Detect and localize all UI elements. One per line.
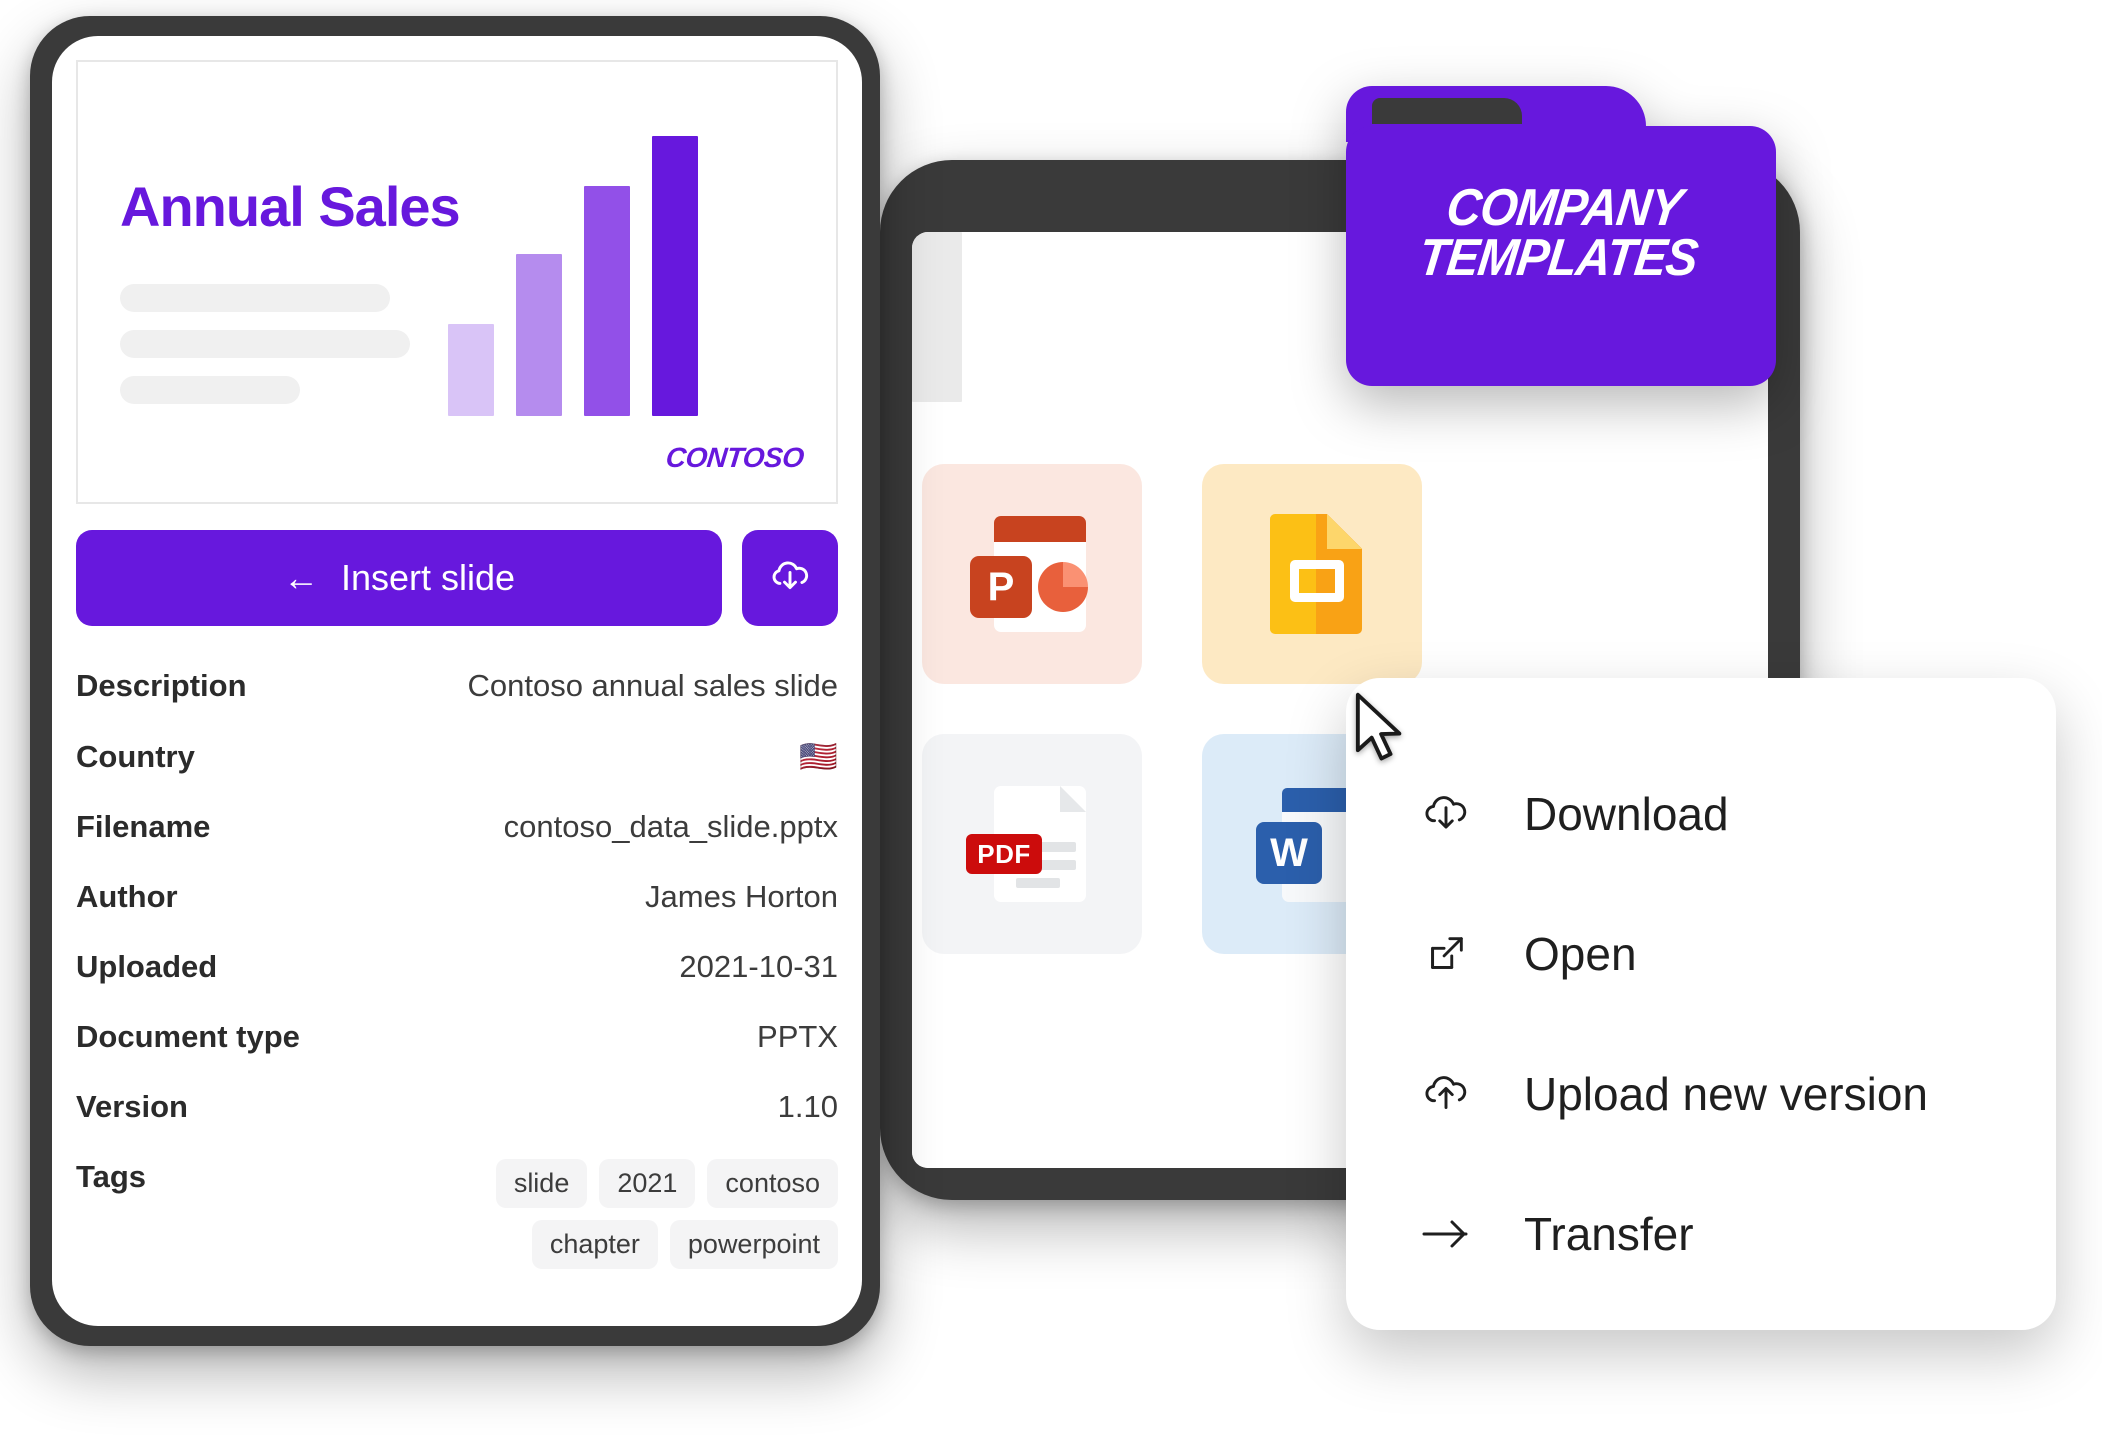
metadata-value: PPTX: [757, 1019, 838, 1054]
cloud-download-icon: [768, 555, 812, 602]
menu-item-open[interactable]: Open: [1346, 884, 2056, 1024]
document-detail-panel: Annual Sales CONTOSO ← Insert slide Desc…: [52, 36, 862, 1326]
file-tile-google-slides[interactable]: [1202, 464, 1422, 684]
tag-chip[interactable]: powerpoint: [669, 1220, 838, 1269]
metadata-key: Version: [76, 1089, 188, 1124]
folder-notch: [1372, 98, 1522, 124]
mouse-cursor: [1352, 692, 1408, 764]
pdf-icon: PDF: [966, 780, 1096, 908]
file-tile-pdf[interactable]: PDF: [922, 734, 1142, 954]
metadata-value: contoso_data_slide.pptx: [503, 809, 838, 844]
powerpoint-icon: P: [968, 510, 1096, 638]
bar-2: [516, 253, 562, 416]
cloud-download-icon: [1418, 789, 1474, 839]
pie-chart-icon: [1038, 562, 1088, 612]
metadata-value: James Horton: [645, 879, 838, 914]
slide-title: Annual Sales: [120, 175, 461, 238]
metadata-key: Description: [76, 668, 247, 703]
powerpoint-badge-letter: P: [970, 556, 1032, 618]
bar-chart: [448, 136, 698, 416]
metadata-row: Uploaded 2021-10-31: [76, 949, 838, 1019]
action-bar: ← Insert slide: [76, 530, 838, 626]
metadata-row: Country 🇺🇸: [76, 738, 838, 809]
tag-chip[interactable]: slide: [495, 1159, 588, 1208]
word-badge-letter: W: [1256, 822, 1322, 884]
metadata-row: Filename contoso_data_slide.pptx: [76, 809, 838, 879]
window-titlebar: [912, 232, 962, 402]
slide-text-placeholder: [120, 330, 410, 358]
metadata-row: Document type PPTX: [76, 1019, 838, 1089]
context-menu: Download Open Upload new version Transfe…: [1346, 678, 2056, 1330]
metadata-list: Description Contoso annual sales slide Cou…: [76, 668, 838, 1303]
menu-item-upload-new-version[interactable]: Upload new version: [1346, 1024, 2056, 1164]
menu-item-label: Upload new version: [1524, 1068, 1929, 1120]
bar-1: [448, 323, 494, 416]
country-flag-icon: 🇺🇸: [799, 739, 838, 774]
cloud-upload-icon: [1418, 1069, 1474, 1119]
file-tile-powerpoint[interactable]: P: [922, 464, 1142, 684]
tag-chip[interactable]: chapter: [531, 1220, 658, 1269]
folder-label-line2: TEMPLATES: [1415, 228, 1701, 287]
metadata-key: Filename: [76, 809, 211, 844]
tag-list: slide 2021 contoso chapter powerpoint: [418, 1159, 838, 1269]
bar-3: [584, 186, 630, 416]
arrow-right-icon: [1418, 1214, 1474, 1254]
metadata-value: Contoso annual sales slide: [467, 668, 838, 703]
tag-chip[interactable]: 2021: [599, 1159, 696, 1208]
scene: P PDF W Annual Sales CONTOSO ← Insert sl…: [0, 0, 2102, 1440]
menu-item-label: Open: [1524, 928, 1637, 980]
slide-text-placeholder: [120, 284, 390, 312]
external-link-icon: [1418, 931, 1474, 977]
arrow-left-icon: ←: [282, 557, 319, 598]
bar-4: [652, 136, 698, 416]
insert-slide-label: Insert slide: [340, 557, 516, 598]
metadata-row: Author James Horton: [76, 879, 838, 949]
folder-label: COMPANY TEMPLATES: [1357, 179, 1765, 287]
download-button[interactable]: [742, 530, 838, 626]
metadata-row: Description Contoso annual sales slide: [76, 668, 838, 738]
metadata-row: Version 1.10: [76, 1089, 838, 1159]
metadata-row-tags: Tags slide 2021 contoso chapter powerpoint: [76, 1159, 838, 1303]
tags-label: Tags: [76, 1159, 147, 1194]
contoso-logo: CONTOSO: [664, 442, 806, 473]
menu-item-label: Transfer: [1524, 1208, 1694, 1260]
company-templates-folder[interactable]: COMPANY TEMPLATES: [1346, 86, 1776, 386]
metadata-value: 1.10: [777, 1089, 838, 1124]
tag-chip[interactable]: contoso: [707, 1159, 838, 1208]
metadata-value: 2021-10-31: [679, 949, 838, 984]
menu-item-label: Download: [1524, 788, 1729, 840]
menu-item-download[interactable]: Download: [1346, 744, 2056, 884]
google-slides-icon: [1248, 510, 1376, 638]
slide-text-placeholder: [120, 376, 300, 404]
pdf-badge-label: PDF: [966, 834, 1042, 874]
metadata-key: Document type: [76, 1019, 300, 1054]
insert-slide-button[interactable]: ← Insert slide: [76, 530, 722, 626]
metadata-key: Author: [76, 879, 178, 914]
slide-thumbnail[interactable]: Annual Sales CONTOSO: [76, 60, 838, 504]
folder-label-line1: COMPANY: [1443, 179, 1686, 237]
menu-item-transfer[interactable]: Transfer: [1346, 1164, 2056, 1304]
metadata-key: Uploaded: [76, 949, 218, 984]
metadata-key: Country: [76, 739, 195, 774]
